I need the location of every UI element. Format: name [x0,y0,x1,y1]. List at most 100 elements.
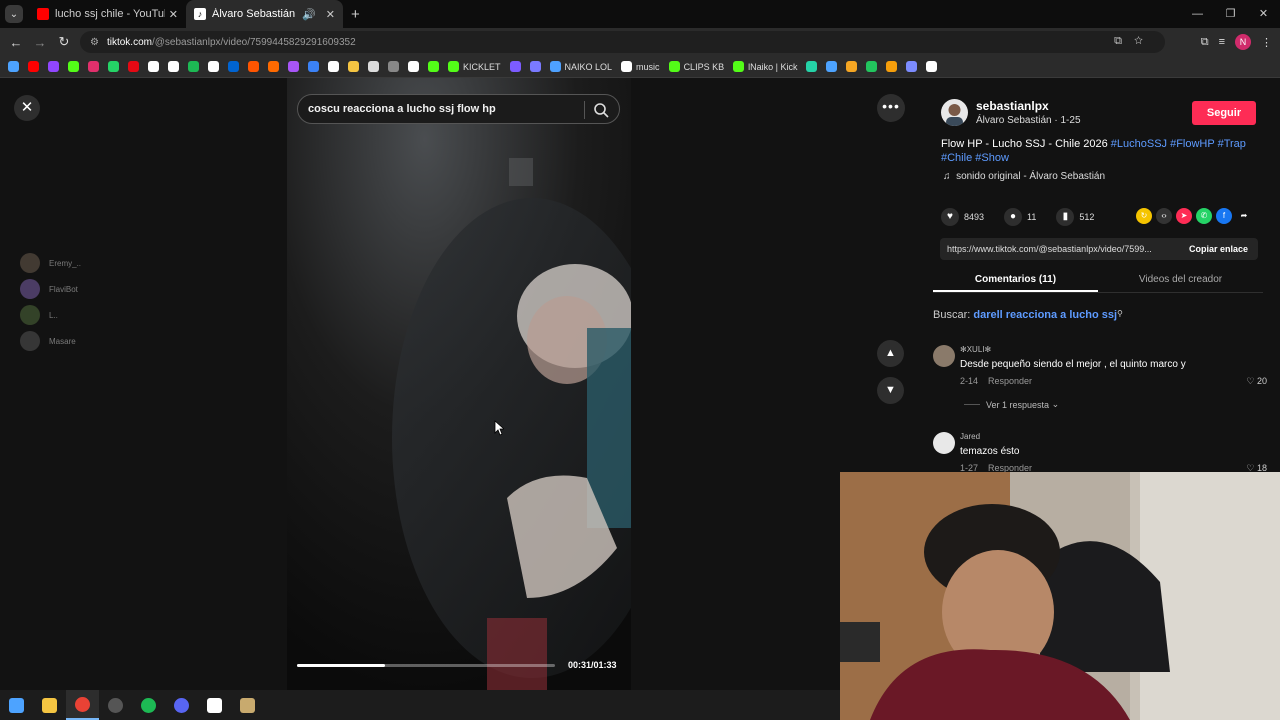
viewer-item[interactable]: L.. [20,302,81,328]
bookmark-item[interactable] [48,61,59,72]
author-info[interactable]: sebastianlpx Álvaro Sebastián · 1-25 [941,99,1081,126]
bookmark-item[interactable] [886,61,898,72]
send-icon[interactable]: ➤ [1176,208,1192,224]
related-search-query[interactable]: darell reacciona a lucho ssj [973,309,1117,321]
bookmark-item[interactable] [866,61,878,72]
taskbar-button[interactable] [198,690,231,720]
bookmark-item[interactable] [308,61,319,72]
repost-icon[interactable]: ↻ [1136,208,1152,224]
comment-like-button[interactable]: ♡ 20 [1246,376,1267,387]
taskbar-button[interactable] [132,690,165,720]
bookmark-item[interactable]: music [621,61,660,72]
hashtag-link[interactable]: #FlowHP [1170,138,1214,150]
bookmark-item[interactable] [529,61,541,72]
copy-link-button[interactable]: Copiar enlace [1189,244,1258,254]
forward-icon[interactable]: → [28,35,52,50]
maximize-button[interactable]: ❐ [1214,0,1247,28]
bookmark-item[interactable] [368,61,379,72]
more-options-button[interactable]: ••• [877,94,905,122]
related-search[interactable]: Buscar: darell reacciona a lucho ssj⚲ [933,309,1123,321]
like-button[interactable]: ♥ 8493 [941,208,984,226]
bookmark-item[interactable] [428,61,439,72]
bookmark-item[interactable] [88,61,99,72]
commenter-name[interactable]: ✻XULI✻ [960,345,991,354]
bookmark-item[interactable] [68,61,79,72]
close-window-button[interactable]: ✕ [1247,0,1280,28]
video-progress-bar[interactable] [297,664,555,667]
bookmark-item[interactable]: NAIKO LOL [549,61,612,72]
bookmark-item[interactable] [268,61,279,72]
bookmark-item[interactable] [806,61,818,72]
tab-search-icon[interactable]: ⌄ [5,5,23,23]
taskbar-button[interactable] [231,690,264,720]
bookmark-item[interactable]: KICKLET [448,61,501,72]
extensions-icon[interactable]: ⧉ [1201,36,1209,49]
taskbar-button[interactable] [165,690,198,720]
bookmark-item[interactable] [208,61,219,72]
reply-button[interactable]: Responder [988,376,1032,386]
close-tab-icon[interactable]: ✕ [169,8,178,21]
profile-avatar[interactable]: N [1235,34,1251,50]
view-replies-button[interactable]: Ver 1 respuesta ⌄ [964,399,1059,410]
video-link[interactable]: https://www.tiktok.com/@sebastianlpx/vid… [940,244,1189,254]
bookmark-item[interactable] [348,61,359,72]
whatsapp-icon[interactable]: ✆ [1196,208,1212,224]
menu-icon[interactable]: ⋮ [1261,36,1272,49]
hashtag-link[interactable]: #LuchoSSJ [1111,138,1167,150]
viewer-item[interactable]: Eremy_.. [20,250,81,276]
reload-icon[interactable]: ↻ [52,34,76,50]
url-bar[interactable]: ⚙ tiktok.com/@sebastianlpx/video/7599445… [80,31,1165,53]
previous-video-button[interactable]: ▲ [877,340,904,367]
search-input[interactable]: coscu reacciona a lucho ssj flow hp [308,103,496,115]
bookmark-item[interactable] [926,61,938,72]
apps-icon[interactable] [8,61,19,72]
tab-comments[interactable]: Comentarios (11) [933,267,1098,292]
hashtag-link[interactable]: #Chile [941,152,972,164]
taskbar-button[interactable] [33,690,66,720]
search-icon[interactable] [593,102,609,118]
embed-icon[interactable]: ‹› [1156,208,1172,224]
bookmark-item[interactable] [906,61,918,72]
bookmark-item[interactable] [408,61,419,72]
bookmark-item[interactable] [826,61,838,72]
hashtag-link[interactable]: #Trap [1218,138,1246,150]
video-player[interactable] [287,78,631,692]
commenter-name[interactable]: Jared [960,432,980,441]
taskbar-button[interactable] [0,690,33,720]
share-icon[interactable]: ➦ [1236,208,1252,224]
sound-info[interactable]: ♫ sonido original - Álvaro Sebastián [943,171,1105,182]
taskbar-button[interactable] [66,690,99,720]
bookmark-item[interactable] [148,61,159,72]
save-button[interactable]: ▮ 512 [1056,208,1094,226]
back-icon[interactable]: ← [4,35,28,50]
new-tab-button[interactable]: + [351,6,360,23]
next-video-button[interactable]: ▼ [877,377,904,404]
follow-button[interactable]: Seguir [1192,101,1256,125]
comment-button[interactable]: ● 11 [1004,208,1036,226]
bookmark-item[interactable] [168,61,179,72]
tab-creator-videos[interactable]: Videos del creador [1098,267,1263,292]
viewer-item[interactable]: FlaviBot [20,276,81,302]
bookmark-item[interactable]: lNaiko | Kick [733,61,797,72]
viewer-item[interactable]: Masare [20,328,81,354]
hashtag-link[interactable]: #Show [975,152,1009,164]
tab-youtube[interactable]: lucho ssj chile - YouTube ✕ [29,0,186,28]
bookmark-item[interactable] [288,61,299,72]
taskbar-button[interactable] [99,690,132,720]
commenter-avatar[interactable] [933,345,955,367]
bookmark-item[interactable] [388,61,399,72]
close-tab-icon[interactable]: ✕ [326,8,335,21]
bookmark-item[interactable] [228,61,239,72]
author-username[interactable]: sebastianlpx [976,99,1081,113]
bookmark-item[interactable] [108,61,119,72]
bookmark-star-icon[interactable]: ⧉☆ [1114,35,1155,48]
bookmark-item[interactable] [509,61,521,72]
sound-name[interactable]: sonido original - Álvaro Sebastián [956,171,1105,182]
search-bar[interactable]: coscu reacciona a lucho ssj flow hp [297,94,620,124]
site-info-icon[interactable]: ⚙ [90,37,99,48]
close-video-button[interactable]: ✕ [14,95,40,121]
bookmark-item[interactable] [328,61,339,72]
media-control-icon[interactable]: ≡ [1219,36,1225,48]
bookmark-item[interactable] [248,61,259,72]
author-avatar[interactable] [941,99,968,126]
